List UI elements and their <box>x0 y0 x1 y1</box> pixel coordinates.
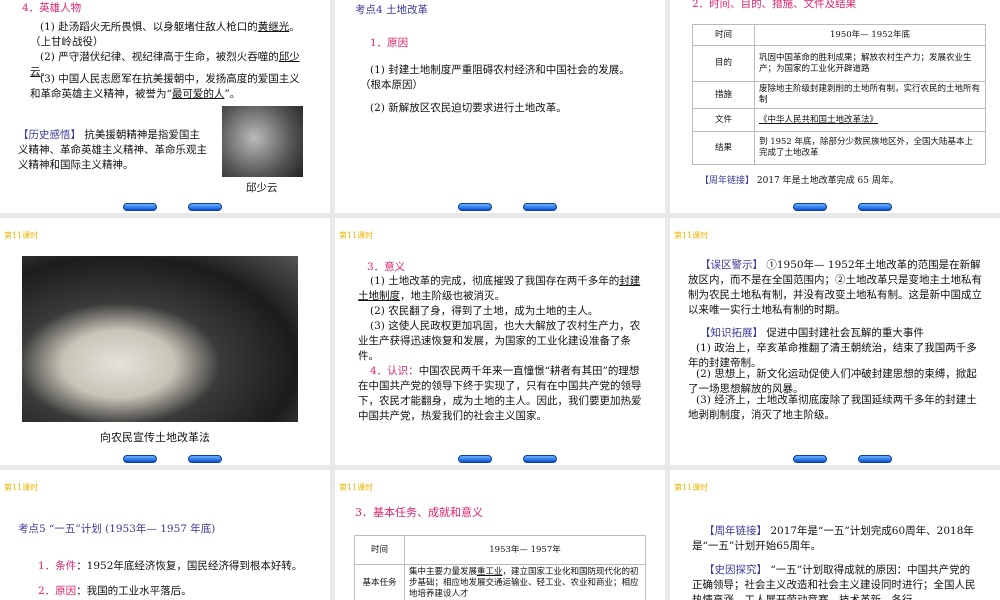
photo-caption: 向农民宣传土地改革法 <box>100 431 210 444</box>
lesson-label: 第11课时 <box>4 231 39 240</box>
table-row: 文件 《中华人民共和国土地改革法》 <box>692 108 986 132</box>
qiu-shaoyun-photo <box>222 106 303 177</box>
next-button[interactable] <box>858 203 892 211</box>
slide-land-reform-causes[interactable]: 考点4 土地改革 1．原因 (1) 封建土地制度严重阻碍农村经济和中国社会的发展… <box>335 0 665 213</box>
lesson-label: 第11课时 <box>4 483 39 492</box>
plan-table: 时间 1953年— 1957年 基本任务 集中主要力量发展重工业，建立国家工业化和国… <box>354 535 646 600</box>
event-3: (3) 经济上，土地改革彻底废除了我国延续两千多年的封建土地剥削制度，消灭了地主… <box>688 394 977 421</box>
next-button[interactable] <box>188 203 222 211</box>
table-row: 时间 1950年— 1952年底 <box>692 24 986 46</box>
heading: 1．原因 <box>370 37 409 49</box>
slide-significance[interactable]: 第11课时 3．意义 (1) 土地改革的完成，彻底摧毁了我国存在两千多年的封建土… <box>335 218 665 465</box>
prev-button[interactable] <box>123 455 157 463</box>
prev-button[interactable] <box>123 203 157 211</box>
photo-caption: 邱少云 <box>246 182 278 194</box>
table-row: 基本任务 集中主要力量发展重工业，建立国家工业化和国防现代化的初步基础；相应地发展… <box>354 564 646 600</box>
lesson-label: 第11课时 <box>674 231 709 240</box>
prev-button[interactable] <box>458 455 492 463</box>
table-row: 措施 废除地主阶级封建剥削的土地所有制，实行农民的土地所有制 <box>692 81 986 109</box>
slide-heroes[interactable]: 4．英雄人物 (1) 赴汤蹈火无所畏惧、以身躯堵住敌人枪口的黄继光。（上甘岭战役… <box>0 0 330 213</box>
slide-five-year-plan[interactable]: 第11课时 考点5 “一五”计划 (1953年— 1957 年底) 1．条件：1… <box>0 470 330 600</box>
next-button[interactable] <box>188 455 222 463</box>
anniversary-link: 【周年链接】 2017年是“一五”计划完成60周年、2018年是“一五”计划开始… <box>692 525 974 552</box>
table-row: 结果到 1952 年底，除部分少数民族地区外，全国大陆基本上完成了土地改革 <box>692 131 986 165</box>
next-button[interactable] <box>523 455 557 463</box>
condition: 1．条件：1952年底经济恢复，国民经济得到根本好转。 <box>38 560 303 572</box>
slide-propaganda-photo[interactable]: 第11课时 向农民宣传土地改革法 <box>0 218 330 465</box>
heading: 2．时间、目的、措施、文件及结果 <box>692 0 857 10</box>
heading: 3．基本任务、成就和意义 <box>355 506 483 519</box>
anniversary-link: 【周年链接】 2017 年是土地改革完成 65 周年。 <box>700 176 899 186</box>
significance-3: (3) 这使人民政权更加巩固，也大大解放了农村生产力，农业生产获得迅速恢复和发展… <box>358 320 641 362</box>
reason: 2．原因：我国的工业水平落后。 <box>38 585 192 597</box>
lesson-label: 第11课时 <box>339 231 374 240</box>
table-row: 目的 巩固中国革命的胜利成果；解放农村生产力；发展农业生产；为国家的工业化开辟道路 <box>692 45 986 82</box>
lesson-label: 第11课时 <box>674 483 709 492</box>
knowledge-extension: 【知识拓展】 促进中国封建社会瓦解的重大事件 <box>700 327 924 339</box>
table-row: 时间 1953年— 1957年 <box>354 535 646 565</box>
lesson-label: 第11课时 <box>339 483 374 492</box>
slide-land-reform-table[interactable]: 2．时间、目的、措施、文件及结果 时间 1950年— 1952年底 目的 巩固中国革… <box>670 0 1000 213</box>
prev-button[interactable] <box>793 455 827 463</box>
hero-1: (1) 赴汤蹈火无所畏惧、以身躯堵住敌人枪口的黄继光。（上甘岭战役） <box>30 21 300 48</box>
heading: 4．英雄人物 <box>22 2 82 14</box>
land-reform-table: 时间 1950年— 1952年底 目的 巩固中国革命的胜利成果；解放农村生产力；发展… <box>692 24 986 165</box>
slide-warnings[interactable]: 第11课时 【误区警示】 ①1950年— 1952年土地改革的范围是在新解放区内… <box>670 218 1000 465</box>
topic-title: 考点4 土地改革 <box>355 4 429 16</box>
hero-3: (3) 中国人民志愿军在抗美援朝中，发扬高度的爱国主义和革命英雄主义精神，被誉为… <box>30 73 300 100</box>
slide-plan-anniversary[interactable]: 第11课时 【周年链接】 2017年是“一五”计划完成60周年、2018年是“一… <box>670 470 1000 600</box>
significance-1: (1) 土地改革的完成，彻底摧毁了我国存在两千多年的封建土地制度，地主阶级也被消… <box>358 275 641 302</box>
prev-button[interactable] <box>458 203 492 211</box>
significance-2: (2) 农民翻了身，得到了土地，成为土地的主人。 <box>370 305 599 317</box>
cause-2: (2) 新解放区农民迫切要求进行土地改革。 <box>370 102 567 114</box>
next-button[interactable] <box>858 455 892 463</box>
cause-1: (1) 封建土地制度严重阻碍农村经济和中国社会的发展。（根本原因） <box>360 64 630 91</box>
understanding: 4．认识：中国农民两千年来一直憧憬“耕者有其田”的理想在中国共产党的领导下终于实… <box>358 365 642 422</box>
slide-plan-tasks[interactable]: 第11课时 3．基本任务、成就和意义 时间 1953年— 1957年 基本任务 集中… <box>335 470 665 600</box>
next-button[interactable] <box>523 203 557 211</box>
prev-button[interactable] <box>793 203 827 211</box>
cause-analysis: 【史因探究】 “一五”计划取得成就的原因：中国共产党的正确领导；社会主义改造和社… <box>692 564 976 600</box>
misconception-warning: 【误区警示】 ①1950年— 1952年土地改革的范围是在新解放区内，而不是在全… <box>688 259 982 316</box>
topic-title: 考点5 “一五”计划 (1953年— 1957 年底) <box>18 523 216 535</box>
heading-significance: 3．意义 <box>367 261 406 273</box>
history-insight: 【历史感悟】 抗美援朝精神是指爱国主义精神、革命英雄主义精神、革命乐观主义精神和… <box>18 129 207 171</box>
propaganda-photo <box>22 256 298 422</box>
